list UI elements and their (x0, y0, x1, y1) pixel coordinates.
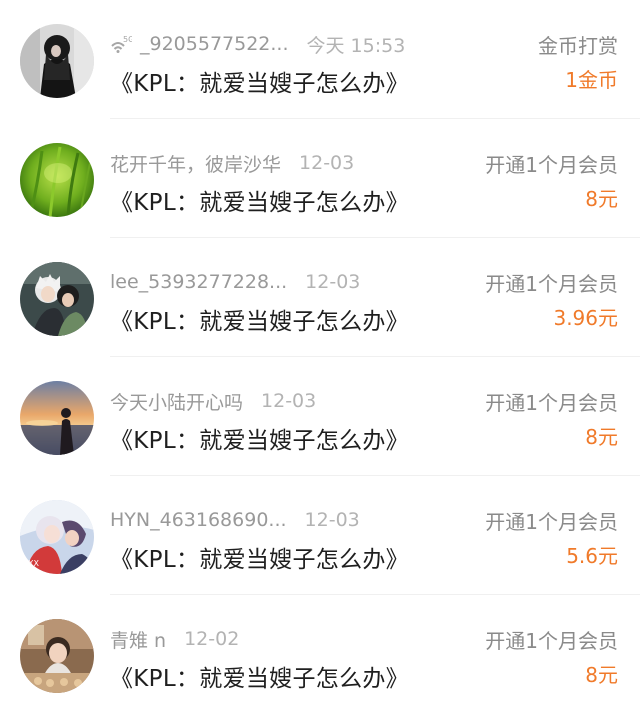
avatar-dark-figure-icon (20, 24, 94, 98)
record-time: 12-03 (305, 271, 361, 293)
record-time: 12-03 (304, 509, 360, 531)
record-time: 12-03 (299, 152, 355, 174)
book-title[interactable]: 《KPL：就爱当嫂子怎么办》 (110, 421, 409, 455)
list-item[interactable]: 今天小陆开心吗 12-03 《KPL：就爱当嫂子怎么办》 开通1个月会员 8元 (0, 357, 640, 476)
book-title[interactable]: 《KPL：就爱当嫂子怎么办》 (110, 64, 409, 98)
user-name[interactable]: lee_5393277228... (110, 271, 287, 293)
avatar[interactable]: XX (20, 500, 94, 574)
record-meta: 5G _9205577522... 今天 15:53 (110, 31, 440, 57)
user-name[interactable]: 花开千年，彼岸沙华 (110, 150, 281, 177)
record-action: 开通1个月会员 (485, 391, 618, 415)
avatar-anime-couple-icon: XX (20, 500, 94, 574)
record-meta: 花开千年，彼岸沙华 12-03 (110, 150, 440, 176)
avatar[interactable] (20, 381, 94, 455)
avatar-sunset-silhouette-icon (20, 381, 94, 455)
record-action: 开通1个月会员 (485, 510, 618, 534)
avatar[interactable] (20, 262, 94, 336)
record-meta: HYN_463168690... 12-03 (110, 507, 440, 533)
user-name[interactable]: 今天小陆开心吗 (110, 388, 243, 415)
record-amount: 8元 (585, 663, 618, 687)
signal-5g-icon: 5G (110, 34, 134, 54)
book-title[interactable]: 《KPL：就爱当嫂子怎么办》 (110, 659, 409, 693)
record-amount: 8元 (585, 425, 618, 449)
avatar[interactable] (20, 24, 94, 98)
record-meta: 今天小陆开心吗 12-03 (110, 388, 440, 414)
avatar[interactable] (20, 143, 94, 217)
record-action: 金币打赏 (538, 34, 618, 58)
record-time: 今天 15:53 (306, 34, 406, 57)
avatar-green-grass-icon (20, 143, 94, 217)
user-name[interactable]: _9205577522... (140, 33, 289, 55)
avatar[interactable] (20, 619, 94, 693)
record-action: 开通1个月会员 (485, 153, 618, 177)
record-meta: 青雉 n 12-02 (110, 626, 440, 652)
list-item[interactable]: 花开千年，彼岸沙华 12-03 《KPL：就爱当嫂子怎么办》 开通1个月会员 8… (0, 119, 640, 238)
book-title[interactable]: 《KPL：就爱当嫂子怎么办》 (110, 183, 409, 217)
reward-record-list: 5G _9205577522... 今天 15:53 《KPL：就爱当嫂子怎么办… (0, 0, 640, 724)
list-item[interactable]: lee_5393277228... 12-03 《KPL：就爱当嫂子怎么办》 开… (0, 238, 640, 357)
record-time: 12-03 (261, 390, 317, 412)
list-item[interactable]: 青雉 n 12-02 《KPL：就爱当嫂子怎么办》 开通1个月会员 8元 (0, 595, 640, 714)
svg-text:XX: XX (28, 559, 39, 568)
record-amount: 5.6元 (566, 544, 618, 568)
avatar-anime-duo-icon (20, 262, 94, 336)
svg-text:5G: 5G (123, 35, 132, 44)
book-title[interactable]: 《KPL：就爱当嫂子怎么办》 (110, 540, 409, 574)
user-name[interactable]: 青雉 n (110, 626, 166, 653)
record-amount: 1金币 (565, 68, 618, 92)
avatar-child-photo-icon (20, 619, 94, 693)
record-action: 开通1个月会员 (485, 629, 618, 653)
user-name[interactable]: HYN_463168690... (110, 509, 287, 531)
record-amount: 8元 (585, 187, 618, 211)
record-action: 开通1个月会员 (485, 272, 618, 296)
record-amount: 3.96元 (553, 306, 618, 330)
list-item[interactable]: XX HYN_463168690... 12-03 《KPL：就爱当嫂子怎么办》… (0, 476, 640, 595)
book-title[interactable]: 《KPL：就爱当嫂子怎么办》 (110, 302, 409, 336)
list-item[interactable]: 5G _9205577522... 今天 15:53 《KPL：就爱当嫂子怎么办… (0, 0, 640, 119)
record-time: 12-02 (184, 628, 240, 650)
record-meta: lee_5393277228... 12-03 (110, 269, 440, 295)
